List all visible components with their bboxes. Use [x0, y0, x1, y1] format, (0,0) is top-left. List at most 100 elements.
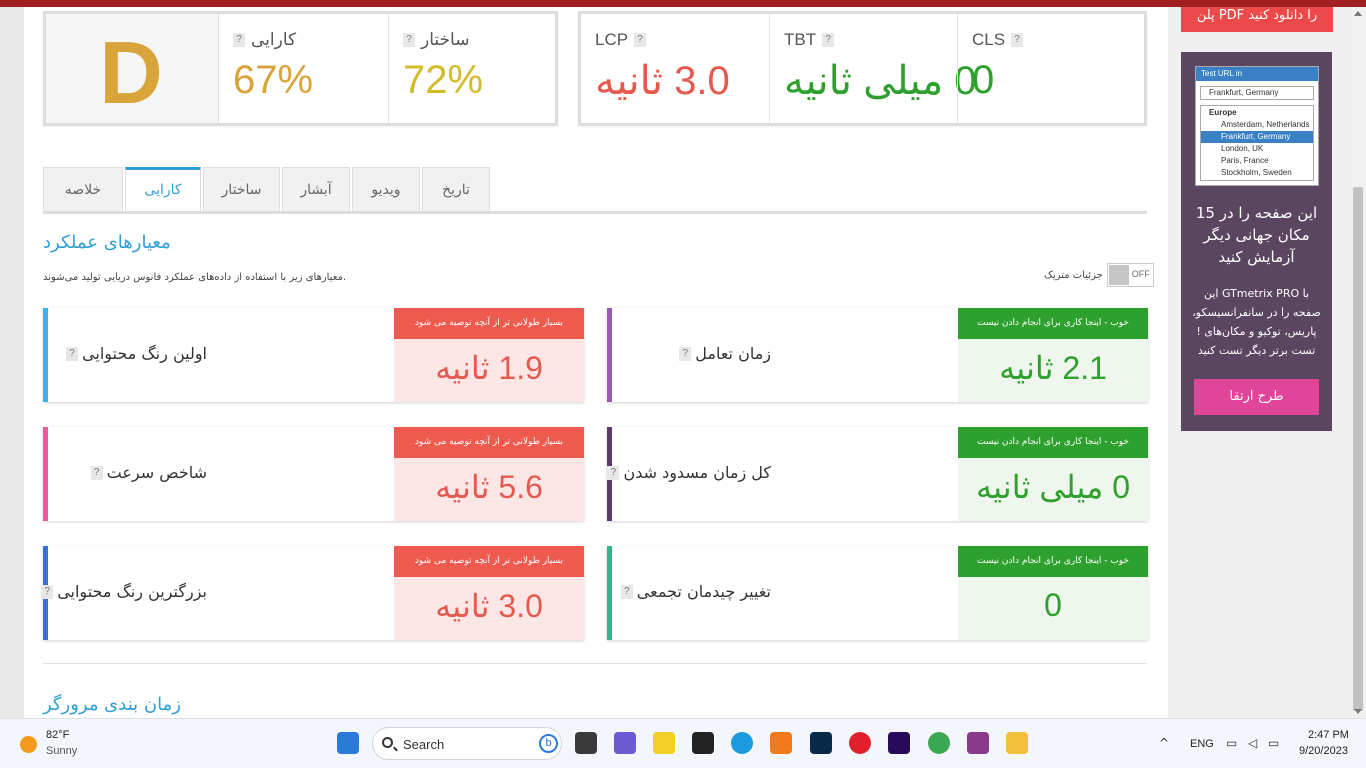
help-icon[interactable]: ? — [403, 33, 415, 47]
test-url-label: Test URL in — [1201, 69, 1243, 78]
premiere-icon[interactable] — [888, 732, 910, 754]
metric-result-box: بسیار طولانی تر از آنچه توصیه می شود 1.9 … — [394, 308, 584, 402]
structure-label-text: ساختار — [421, 30, 470, 49]
structure-label: ساختار ? — [403, 30, 469, 50]
section-divider — [43, 663, 1147, 664]
help-icon[interactable]: ? — [620, 584, 633, 599]
metric-result-box: بسیار طولانی تر از آنچه توصیه می شود 3.0 … — [394, 546, 584, 640]
tab-waterfall[interactable]: آبشار — [282, 167, 350, 212]
metric-status-badge: خوب - اینجا کاری برای انجام دادن نیست — [958, 546, 1148, 577]
browser-timing-title: زمان بندی مرورگر — [43, 694, 181, 715]
tab-summary[interactable]: خلاصه — [43, 167, 123, 212]
help-icon[interactable]: ? — [1011, 33, 1024, 47]
sun-icon[interactable] — [20, 736, 37, 753]
task-view-icon[interactable] — [575, 732, 597, 754]
performance-label-text: کارایی — [251, 30, 297, 49]
help-icon[interactable]: ? — [679, 346, 692, 361]
clock-date[interactable]: 9/20/2023 — [1299, 745, 1348, 757]
help-icon[interactable]: ? — [66, 346, 79, 361]
tbt-label-text: TBT — [784, 30, 817, 49]
metric-result-box: خوب - اینجا کاری برای انجام دادن نیست 2.1… — [958, 308, 1148, 402]
web-vitals-card: LCP ? 3.0 ثانیه TBT ? 0 میلی ثانیه CLS ?… — [578, 11, 1147, 126]
page-scrollbar[interactable] — [1350, 7, 1366, 718]
metric-color-bar — [607, 546, 612, 640]
gtmetrix-grade: D — [99, 23, 163, 122]
metric-value: 1.9 ثانیه — [435, 350, 543, 386]
teams-chat-icon[interactable] — [614, 732, 636, 754]
metric-label: تغییر چیدمان تجمعی? — [620, 582, 771, 601]
upgrade-plan-button[interactable]: طرح ارتقا — [1194, 379, 1319, 415]
lcp-label-text: LCP — [595, 30, 629, 49]
metric-value: 3.0 ثانیه — [435, 588, 543, 624]
metric-label: اولین رنگ محتوایی? — [66, 344, 207, 363]
chrome-icon[interactable] — [928, 732, 950, 754]
sticky-notes-icon[interactable] — [653, 732, 675, 754]
metric-card: کل زمان مسدود شدن? خوب - اینجا کاری برای … — [607, 427, 1148, 521]
help-icon[interactable]: ? — [634, 33, 647, 47]
scroll-up-arrow-icon[interactable] — [1354, 11, 1362, 16]
test-location-preview: Test URL in Frankfurt, Germany Europe Am… — [1195, 66, 1319, 186]
chevron-up-icon[interactable]: ^ — [1159, 736, 1169, 750]
metric-color-bar — [43, 308, 48, 402]
battery-icon[interactable]: ▭ — [1268, 736, 1279, 750]
lcp-cell: LCP ? 3.0 ثانیه — [581, 14, 769, 123]
metric-details-switch[interactable]: OFF — [1106, 263, 1154, 287]
language-indicator[interactable]: ENG — [1190, 738, 1214, 750]
metric-color-bar — [607, 308, 612, 402]
structure-score: 72% — [403, 58, 484, 102]
tab-performance[interactable]: کارایی — [125, 167, 201, 212]
test-url-header: Test URL in — [1196, 67, 1318, 81]
metric-status-badge: خوب - اینجا کاری برای انجام دادن نیست — [958, 427, 1148, 458]
metric-label-text: کل زمان مسدود شدن — [623, 463, 771, 482]
tbt-value: 0 میلی ثانیه — [784, 59, 977, 103]
photoshop-icon[interactable] — [810, 732, 832, 754]
download-pdf-button[interactable]: را دانلود کنید PDF پلن — [1181, 7, 1333, 32]
scroll-down-arrow-icon[interactable] — [1354, 709, 1362, 714]
weather-temperature[interactable]: 82°F — [46, 729, 69, 741]
location-option: London, UK — [1221, 144, 1264, 153]
network-icon[interactable]: ▭ — [1226, 736, 1237, 750]
volume-icon[interactable]: ◁ — [1248, 736, 1257, 750]
help-icon[interactable]: ? — [822, 33, 835, 47]
tab-structure[interactable]: ساختار — [203, 167, 280, 212]
metric-card: شاخص سرعت? بسیار طولانی تر از آنچه توصیه … — [43, 427, 584, 521]
pro-promo-panel: Test URL in Frankfurt, Germany Europe Am… — [1181, 52, 1332, 431]
media-player-icon[interactable] — [770, 732, 792, 754]
tab-video[interactable]: ویدیو — [352, 167, 420, 212]
notion-icon[interactable] — [692, 732, 714, 754]
help-icon[interactable]: ? — [41, 584, 54, 599]
metric-value: 2.1 ثانیه — [999, 350, 1107, 386]
clock-time[interactable]: 2:47 PM — [1308, 729, 1349, 741]
location-group-label: Europe — [1209, 108, 1237, 117]
report-tabs: خلاصه کارایی ساختار آبشار ویدیو تاریخ — [43, 167, 492, 214]
file-explorer-icon[interactable] — [1006, 732, 1028, 754]
lcp-label: LCP ? — [595, 30, 647, 50]
performance-score-cell: کارایی ? 67% — [218, 14, 388, 123]
bing-icon[interactable]: b — [539, 734, 558, 753]
weather-condition[interactable]: Sunny — [46, 745, 77, 757]
help-icon[interactable]: ? — [90, 465, 103, 480]
lcp-value: 3.0 ثانیه — [595, 59, 730, 103]
winrar-icon[interactable] — [967, 732, 989, 754]
windows-start-icon[interactable] — [337, 732, 359, 754]
taskbar-search[interactable]: Search b — [372, 727, 562, 760]
metric-label-text: زمان تعامل — [695, 344, 771, 363]
metric-label-text: تغییر چیدمان تجمعی — [636, 582, 771, 601]
location-option: Paris, France — [1221, 156, 1269, 165]
metric-details-toggle[interactable]: جزئیات متریک OFF — [1044, 263, 1154, 287]
metric-label: کل زمان مسدود شدن? — [607, 463, 771, 482]
cls-cell: CLS ? 0 — [957, 14, 1147, 123]
tabs-underline — [43, 211, 1147, 214]
metric-value: 5.6 ثانیه — [435, 469, 543, 505]
help-icon[interactable]: ? — [233, 33, 245, 47]
scroll-thumb[interactable] — [1353, 187, 1363, 711]
opera-icon[interactable] — [849, 732, 871, 754]
metric-result-box: خوب - اینجا کاری برای انجام دادن نیست 0 — [958, 546, 1148, 640]
metric-status-badge: خوب - اینجا کاری برای انجام دادن نیست — [958, 308, 1148, 339]
tab-history[interactable]: تاریخ — [422, 167, 490, 212]
metric-value: 0 — [1044, 587, 1062, 623]
help-icon[interactable]: ? — [607, 465, 620, 480]
promo-title: این صفحه را در 15 مکان جهانی دیگر آزمایش… — [1195, 204, 1318, 266]
grade-summary-card: D کارایی ? 67% ساختار ? 72% — [43, 11, 558, 126]
edge-browser-icon[interactable] — [731, 732, 753, 754]
